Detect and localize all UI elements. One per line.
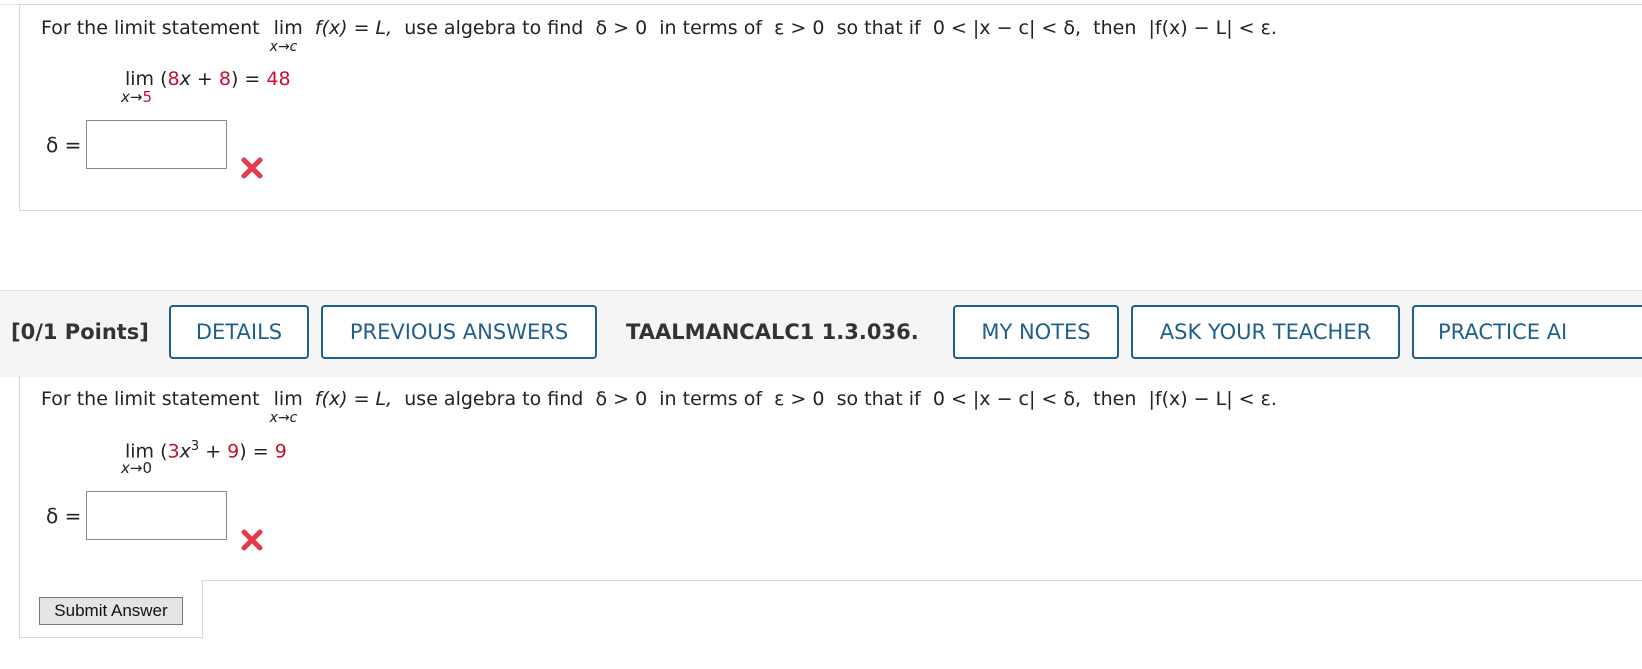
limit-statement-1: For the limit statement lim x→c f(x) = L,… xyxy=(41,17,1277,55)
question-card-2 xyxy=(19,376,1642,638)
previous-answers-button[interactable]: PREVIOUS ANSWERS xyxy=(321,305,597,359)
delta-label-2: δ = xyxy=(46,504,82,528)
problem-1: lim (8x + 8) = 48 xyxy=(125,68,291,90)
delta-label-1: δ = xyxy=(46,133,82,157)
practice-another-button[interactable]: PRACTICE AI xyxy=(1412,305,1642,359)
lim-notation: lim x→c xyxy=(269,17,303,55)
lim-notation: lim x→c xyxy=(269,388,303,426)
footer-divider-bottom xyxy=(19,637,203,638)
submit-answer-button[interactable]: Submit Answer xyxy=(39,597,183,625)
footer-divider-vertical xyxy=(202,580,203,638)
my-notes-button[interactable]: MY NOTES xyxy=(953,305,1119,359)
x-mark-icon xyxy=(241,157,263,179)
limit-statement-2: For the limit statement lim x→c f(x) = L,… xyxy=(41,388,1277,426)
points-label: [0/1 Points] xyxy=(11,320,149,344)
details-button[interactable]: DETAILS xyxy=(169,305,309,359)
delta-answer-input-2[interactable] xyxy=(86,491,227,540)
question-id: TAALMANCALC1 1.3.036. xyxy=(626,320,919,344)
delta-answer-input-1[interactable] xyxy=(86,120,227,169)
x-mark-icon xyxy=(241,529,263,551)
footer-divider xyxy=(202,580,1642,581)
problem-1-subscript: x→5 xyxy=(121,88,152,106)
problem-2-subscript: x→0 xyxy=(121,459,152,477)
ask-your-teacher-button[interactable]: ASK YOUR TEACHER xyxy=(1131,305,1400,359)
